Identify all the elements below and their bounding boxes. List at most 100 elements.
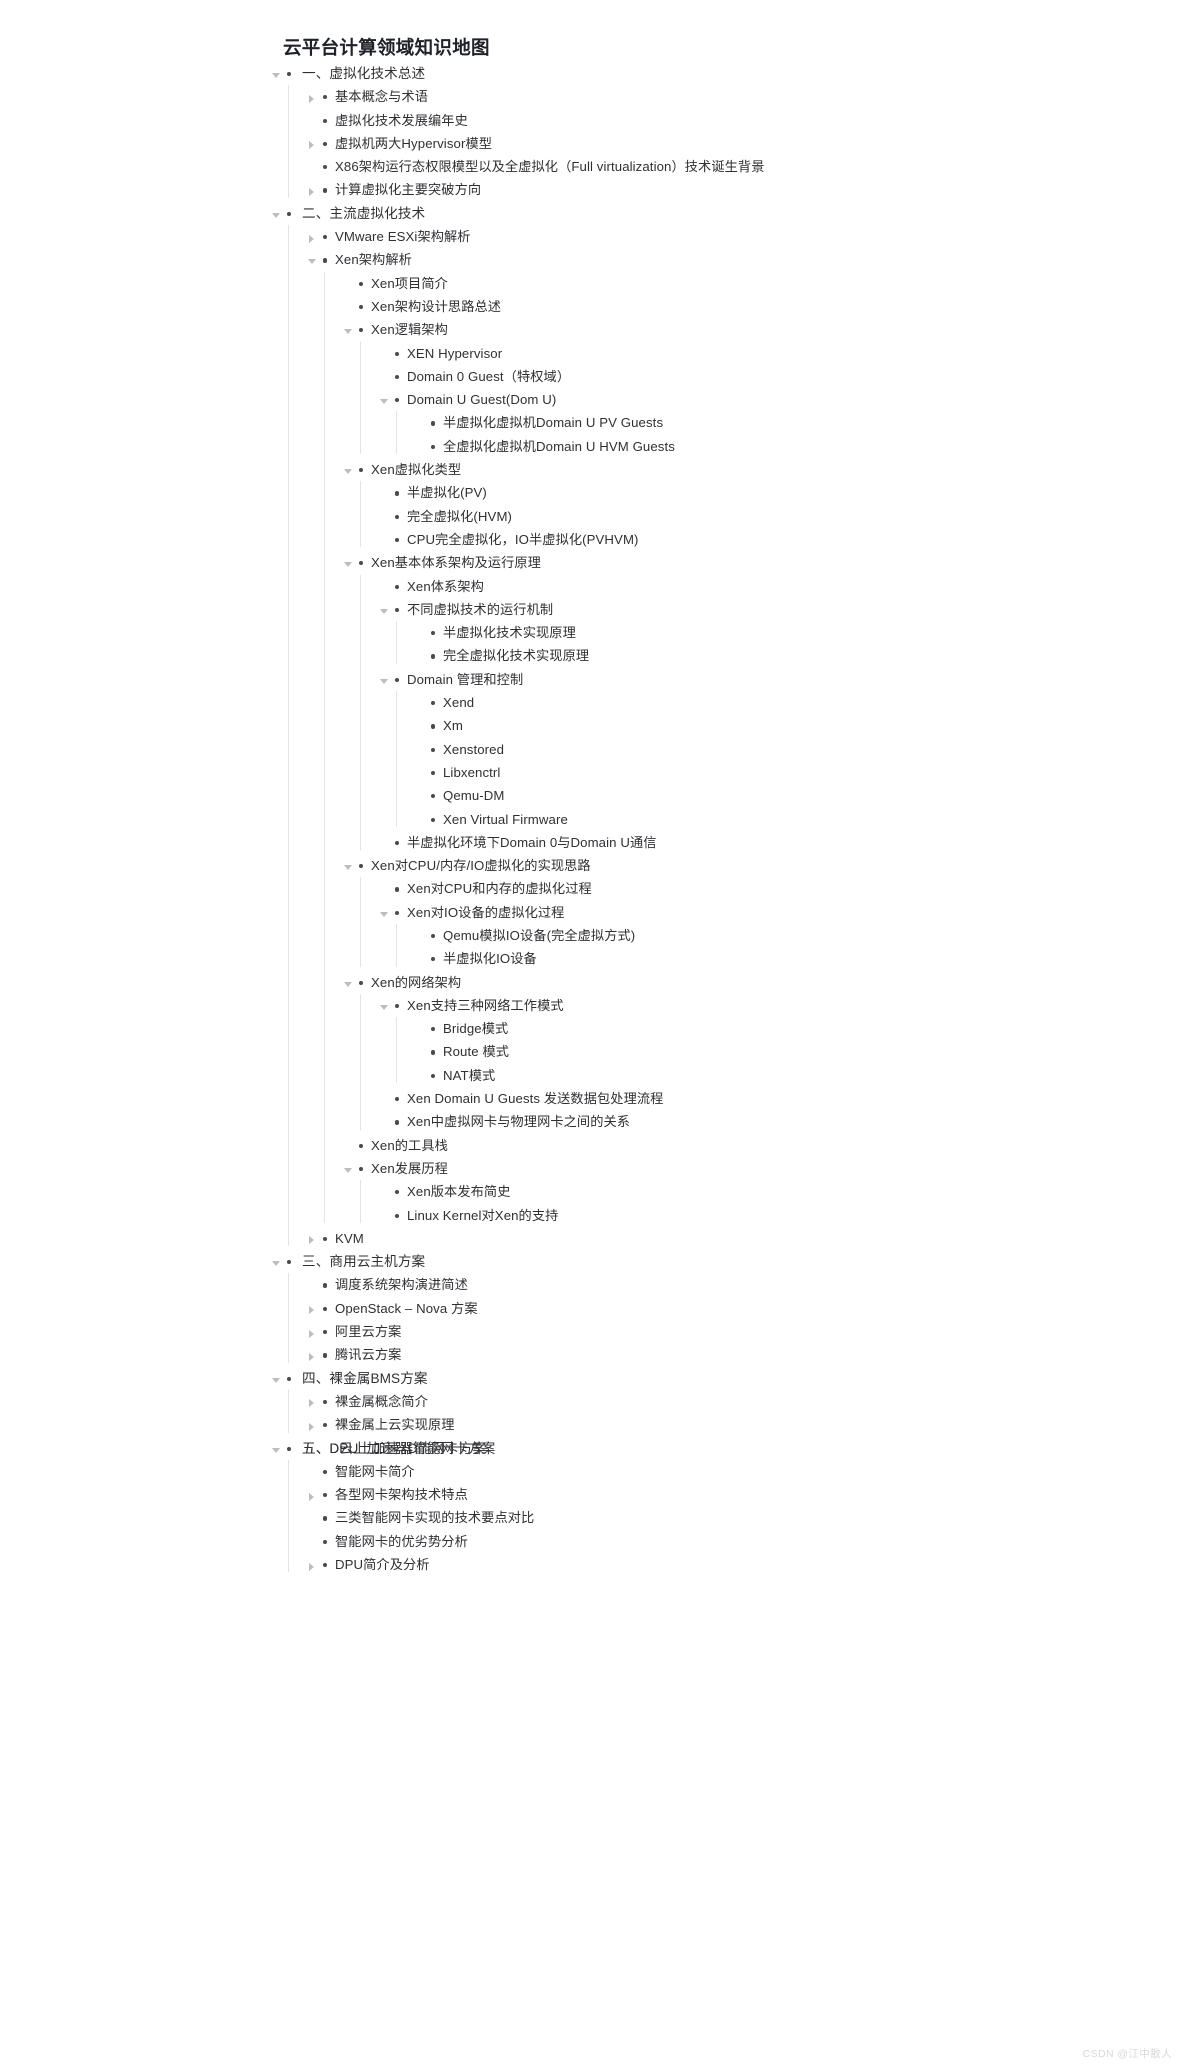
chevron-down-icon[interactable]	[342, 551, 356, 574]
chevron-down-icon[interactable]	[342, 458, 356, 481]
chevron-right-icon[interactable]	[306, 1227, 320, 1250]
chevron-down-icon[interactable]	[378, 994, 392, 1017]
chevron-down-icon[interactable]	[270, 62, 284, 85]
chevron-right-icon[interactable]	[306, 1343, 320, 1366]
outline-row-半虚拟化虚拟机domain-u-pv-guests[interactable]: 半虚拟化虚拟机Domain U PV Guests	[414, 411, 1170, 434]
outline-row-domain-0-guest-特权域[interactable]: Domain 0 Guest（特权域）	[378, 365, 1170, 388]
outline-row-xen架构解析[interactable]: Xen架构解析	[306, 248, 1170, 271]
outline-row-三类智能网卡实现的技术要点对比[interactable]: 三类智能网卡实现的技术要点对比	[306, 1506, 1170, 1529]
outline-row-智能网卡的优劣势分析[interactable]: 智能网卡的优劣势分析	[306, 1530, 1170, 1553]
outline-row-xen的网络架构[interactable]: Xen的网络架构	[342, 971, 1170, 994]
outline-row-xen基本体系架构及运行原理[interactable]: Xen基本体系架构及运行原理	[342, 551, 1170, 574]
outline-row-xend[interactable]: Xend	[414, 691, 1170, 714]
chevron-right-icon[interactable]	[306, 1390, 320, 1413]
chevron-down-icon[interactable]	[342, 318, 356, 341]
chevron-down-icon[interactable]	[306, 248, 320, 271]
outline-row-xen架构设计思路总述[interactable]: Xen架构设计思路总述	[342, 295, 1170, 318]
outline-row-半虚拟化io设备[interactable]: 半虚拟化IO设备	[414, 947, 1170, 970]
outline-row-计算虚拟化主要突破方向[interactable]: 计算虚拟化主要突破方向	[306, 178, 1170, 201]
outline-row-阿里云方案[interactable]: 阿里云方案	[306, 1320, 1170, 1343]
outline-row-xen版本发布简史[interactable]: Xen版本发布简史	[378, 1180, 1170, 1203]
chevron-right-icon[interactable]	[306, 1320, 320, 1343]
chevron-down-icon[interactable]	[270, 1367, 284, 1390]
chevron-down-icon[interactable]	[378, 668, 392, 691]
outline-row-xen逻辑架构[interactable]: Xen逻辑架构	[342, 318, 1170, 341]
outline-row-xen体系架构[interactable]: Xen体系架构	[378, 575, 1170, 598]
outline-row-libxenctrl[interactable]: Libxenctrl	[414, 761, 1170, 784]
chevron-down-icon[interactable]	[378, 598, 392, 621]
bullet-dot-icon	[356, 1134, 369, 1157]
outline-row-一-虚拟化技术总述[interactable]: 一、虚拟化技术总述	[270, 62, 1170, 85]
outline-row-虚拟化技术发展编年史[interactable]: 虚拟化技术发展编年史	[306, 109, 1170, 132]
outline-row-xen支持三种网络工作模式[interactable]: Xen支持三种网络工作模式	[378, 994, 1170, 1017]
outline-row-三-商用云主机方案[interactable]: 三、商用云主机方案	[270, 1250, 1170, 1273]
bullet-dot-icon	[320, 1506, 333, 1529]
outline-row-裸金属概念简介[interactable]: 裸金属概念简介	[306, 1390, 1170, 1413]
outline-row-kvm[interactable]: KVM	[306, 1227, 1170, 1250]
outline-row-裸金属上云实现原理[interactable]: 裸金属上云实现原理	[306, 1413, 1170, 1436]
chevron-down-icon[interactable]	[378, 901, 392, 924]
outline-row-domain-管理和控制[interactable]: Domain 管理和控制	[378, 668, 1170, 691]
chevron-down-icon[interactable]	[270, 1437, 284, 1460]
chevron-right-icon[interactable]	[306, 1553, 320, 1576]
outline-row-不同虚拟技术的运行机制[interactable]: 不同虚拟技术的运行机制	[378, 598, 1170, 621]
outline-row-xen中虚拟网卡与物理网卡之间的关系[interactable]: Xen中虚拟网卡与物理网卡之间的关系	[378, 1110, 1170, 1133]
chevron-right-icon[interactable]	[306, 178, 320, 201]
outline-row-四-裸金属bms方案[interactable]: 四、裸金属BMS方案	[270, 1367, 1170, 1390]
chevron-down-icon[interactable]	[270, 202, 284, 225]
outline-row-虚拟机两大hypervisor模型[interactable]: 虚拟机两大Hypervisor模型	[306, 132, 1170, 155]
outline-row-基本概念与术语[interactable]: 基本概念与术语	[306, 85, 1170, 108]
chevron-right-icon[interactable]	[306, 225, 320, 248]
chevron-right-icon[interactable]	[306, 85, 320, 108]
outline-row-半虚拟化-pv[interactable]: 半虚拟化(PV)	[378, 481, 1170, 504]
outline-row-xen对cpu和内存的虚拟化过程[interactable]: Xen对CPU和内存的虚拟化过程	[378, 877, 1170, 900]
outline-row-智能网卡简介[interactable]: 智能网卡简介	[306, 1460, 1170, 1483]
outline-row-xen对cpu-内存-io虚拟化的实现思路[interactable]: Xen对CPU/内存/IO虚拟化的实现思路	[342, 854, 1170, 877]
chevron-right-icon[interactable]	[306, 1413, 320, 1436]
outline-row-各型网卡架构技术特点[interactable]: 各型网卡架构技术特点	[306, 1483, 1170, 1506]
chevron-right-icon[interactable]	[306, 1483, 320, 1506]
outline-row-bridge模式[interactable]: Bridge模式	[414, 1017, 1170, 1040]
chevron-down-icon[interactable]	[342, 971, 356, 994]
outline-row-xen-virtual-firmware[interactable]: Xen Virtual Firmware	[414, 808, 1170, 831]
outline-row-qemu模拟io设备-完全虚拟方式[interactable]: Qemu模拟IO设备(完全虚拟方式)	[414, 924, 1170, 947]
outline-row-五-dpu上加速器智能网卡方案[interactable]: 五、DPU上加速器智能网卡方案 五、D云上加速器D能网卡方案	[270, 1437, 1170, 1460]
outline-row-qemu-dm[interactable]: Qemu-DM	[414, 784, 1170, 807]
outline-row-linux-kernel对xen的支持[interactable]: Linux Kernel对Xen的支持	[378, 1204, 1170, 1227]
chevron-down-icon[interactable]	[378, 388, 392, 411]
outline-row-xen-domain-u-guests-发送数据包处理流程[interactable]: Xen Domain U Guests 发送数据包处理流程	[378, 1087, 1170, 1110]
outline-row-xen-hypervisor[interactable]: XEN Hypervisor	[378, 342, 1170, 365]
outline-row-cpu完全虚拟化-io半虚拟化-pvhvm[interactable]: CPU完全虚拟化，IO半虚拟化(PVHVM)	[378, 528, 1170, 551]
outline-node-label: Domain U Guest(Dom U)	[407, 392, 557, 408]
outline-row-完全虚拟化技术实现原理[interactable]: 完全虚拟化技术实现原理	[414, 644, 1170, 667]
outline-row-全虚拟化虚拟机domain-u-hvm-guests[interactable]: 全虚拟化虚拟机Domain U HVM Guests	[414, 435, 1170, 458]
outline-row-二-主流虚拟化技术[interactable]: 二、主流虚拟化技术	[270, 202, 1170, 225]
outline-row-半虚拟化环境下domain-0与domain-u通信[interactable]: 半虚拟化环境下Domain 0与Domain U通信	[378, 831, 1170, 854]
chevron-right-icon[interactable]	[306, 132, 320, 155]
outline-row-openstack-nova-方案[interactable]: OpenStack – Nova 方案	[306, 1297, 1170, 1320]
outline-node: Xen逻辑架构 XEN Hypervisor Domain 0 Guest（特权域）…	[342, 318, 1170, 458]
outline-row-xen对io设备的虚拟化过程[interactable]: Xen对IO设备的虚拟化过程	[378, 901, 1170, 924]
bullet-dot-icon	[428, 621, 441, 644]
chevron-down-icon[interactable]	[342, 1157, 356, 1180]
outline-row-调度系统架构演进简述[interactable]: 调度系统架构演进简述	[306, 1273, 1170, 1296]
outline-row-domain-u-guest-dom-u[interactable]: Domain U Guest(Dom U)	[378, 388, 1170, 411]
outline-row-xen发展历程[interactable]: Xen发展历程	[342, 1157, 1170, 1180]
outline-row-xenstored[interactable]: Xenstored	[414, 738, 1170, 761]
outline-row-半虚拟化技术实现原理[interactable]: 半虚拟化技术实现原理	[414, 621, 1170, 644]
outline-node-label: Xen项目简介	[371, 275, 448, 291]
outline-row-xm[interactable]: Xm	[414, 714, 1170, 737]
outline-row-腾讯云方案[interactable]: 腾讯云方案	[306, 1343, 1170, 1366]
outline-row-x86架构运行态权限模型以及全虚拟化-full-virtualizati[interactable]: X86架构运行态权限模型以及全虚拟化（Full virtualization）技…	[306, 155, 1170, 178]
outline-row-xen项目简介[interactable]: Xen项目简介	[342, 272, 1170, 295]
outline-row-完全虚拟化-hvm[interactable]: 完全虚拟化(HVM)	[378, 505, 1170, 528]
outline-row-xen虚拟化类型[interactable]: Xen虚拟化类型	[342, 458, 1170, 481]
chevron-down-icon[interactable]	[342, 854, 356, 877]
chevron-right-icon[interactable]	[306, 1297, 320, 1320]
outline-row-xen的工具栈[interactable]: Xen的工具栈	[342, 1134, 1170, 1157]
outline-row-route-模式[interactable]: Route 模式	[414, 1040, 1170, 1063]
chevron-down-icon[interactable]	[270, 1250, 284, 1273]
outline-row-vmware-esxi架构解析[interactable]: VMware ESXi架构解析	[306, 225, 1170, 248]
outline-row-nat模式[interactable]: NAT模式	[414, 1064, 1170, 1087]
outline-row-dpu简介及分析[interactable]: DPU简介及分析	[306, 1553, 1170, 1576]
